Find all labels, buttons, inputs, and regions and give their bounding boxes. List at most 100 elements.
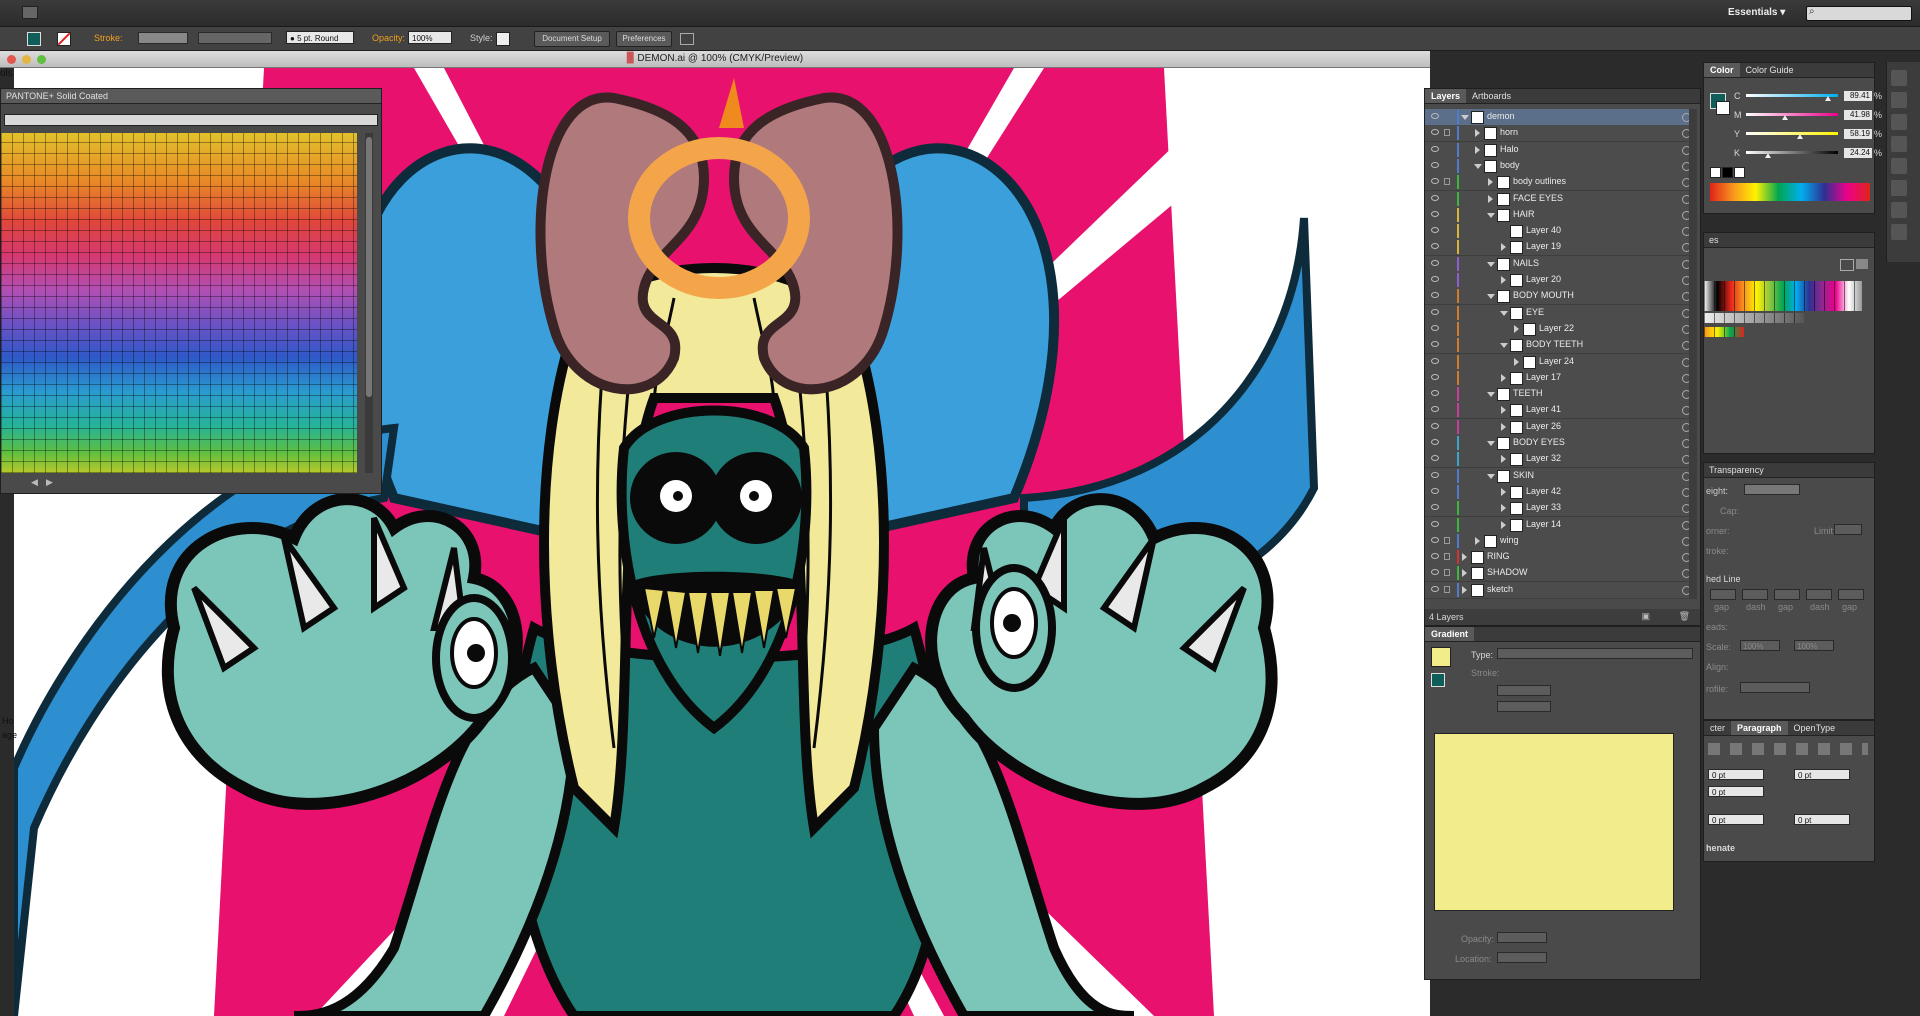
channel-slider[interactable]	[1746, 132, 1838, 135]
lock-icon[interactable]	[1444, 585, 1450, 593]
slider-handle-icon[interactable]	[1765, 153, 1772, 158]
disclosure-open-icon[interactable]	[1500, 310, 1508, 316]
layer-row[interactable]: BODY TEETH	[1425, 337, 1697, 355]
gradient-preview[interactable]	[1434, 733, 1674, 911]
visibility-eye-icon[interactable]	[1431, 341, 1439, 348]
gradient-aspect-field[interactable]	[1497, 701, 1551, 712]
layer-row[interactable]: FACE EYES	[1425, 190, 1697, 208]
layer-row[interactable]: NAILS	[1425, 255, 1697, 273]
fill-swatch[interactable]	[27, 32, 41, 46]
layer-row[interactable]: Layer 22	[1425, 320, 1697, 338]
lock-icon[interactable]	[1444, 569, 1450, 577]
disclosure-closed-icon[interactable]	[1501, 422, 1506, 431]
visibility-eye-icon[interactable]	[1431, 113, 1439, 119]
visibility-eye-icon[interactable]	[1431, 471, 1439, 478]
disclosure-closed-icon[interactable]	[1475, 536, 1480, 545]
disclosure-open-icon[interactable]	[1474, 163, 1482, 169]
disclosure-closed-icon[interactable]	[1462, 553, 1467, 562]
visibility-eye-icon[interactable]	[1431, 373, 1439, 380]
disclosure-open-icon[interactable]	[1487, 473, 1495, 479]
layer-row[interactable]: wing	[1425, 532, 1697, 550]
visibility-eye-icon[interactable]	[1431, 520, 1439, 527]
brushes-icon[interactable]	[1891, 70, 1907, 86]
layer-row[interactable]: Layer 14	[1425, 516, 1697, 534]
disclosure-closed-icon[interactable]	[1475, 129, 1480, 138]
tab-layers[interactable]: Layers	[1425, 89, 1467, 103]
search-input[interactable]: ⌕	[1806, 6, 1912, 21]
visibility-eye-icon[interactable]	[1431, 227, 1439, 234]
layer-row[interactable]: Halo	[1425, 141, 1697, 159]
swatch-grid-row-3[interactable]	[1704, 327, 1744, 337]
dash-gap-field[interactable]	[1710, 589, 1736, 600]
graphic-style-swatch[interactable]	[496, 32, 510, 46]
swatch-scrollbar[interactable]	[365, 133, 373, 473]
space-before-field[interactable]: 0 pt	[1708, 814, 1764, 825]
black-swatch[interactable]	[1722, 167, 1733, 178]
tab-character[interactable]: cter	[1704, 721, 1731, 735]
layer-row[interactable]: Layer 42	[1425, 483, 1697, 501]
visibility-eye-icon[interactable]	[1431, 406, 1439, 413]
visibility-eye-icon[interactable]	[1431, 145, 1439, 152]
layer-scrollbar[interactable]	[1689, 109, 1697, 599]
visibility-eye-icon[interactable]	[1431, 259, 1439, 266]
profile-select[interactable]	[1740, 682, 1810, 693]
slider-handle-icon[interactable]	[1781, 115, 1788, 120]
slider-handle-icon[interactable]	[1796, 134, 1803, 139]
layer-row[interactable]: Layer 26	[1425, 418, 1697, 436]
channel-value[interactable]: 89.41	[1844, 91, 1872, 101]
visibility-eye-icon[interactable]	[1431, 504, 1439, 511]
layer-row[interactable]: body outlines	[1425, 174, 1697, 192]
layer-row[interactable]: Layer 20	[1425, 272, 1697, 289]
channel-slider[interactable]	[1746, 94, 1838, 97]
new-layer-icon[interactable]: ▣	[1641, 611, 1650, 622]
channel-slider[interactable]	[1746, 151, 1838, 154]
layer-row[interactable]: Layer 40	[1425, 223, 1697, 241]
channel-value[interactable]: 41.98	[1844, 110, 1872, 120]
disclosure-open-icon[interactable]	[1487, 212, 1495, 218]
appearance-icon[interactable]	[1891, 136, 1907, 152]
stroke-weight-field[interactable]	[138, 32, 188, 44]
visibility-eye-icon[interactable]	[1431, 194, 1439, 201]
arrange-documents-icon[interactable]	[680, 33, 694, 45]
visibility-eye-icon[interactable]	[1431, 308, 1439, 315]
swatch-grid[interactable]	[1704, 281, 1862, 311]
layer-row[interactable]: Layer 24	[1425, 353, 1697, 371]
none-swatch[interactable]	[1710, 167, 1721, 178]
gradient-thumbnail[interactable]	[1431, 647, 1451, 667]
disclosure-closed-icon[interactable]	[1501, 520, 1506, 529]
layer-row[interactable]: Layer 19	[1425, 239, 1697, 257]
visibility-eye-icon[interactable]	[1431, 487, 1439, 494]
lock-icon[interactable]	[1444, 129, 1450, 137]
channel-slider[interactable]	[1746, 113, 1838, 116]
workspace-switcher[interactable]: Essentials ▾	[1728, 7, 1785, 18]
layer-row[interactable]: RING	[1425, 549, 1697, 567]
disclosure-closed-icon[interactable]	[1501, 373, 1506, 382]
disclosure-open-icon[interactable]	[1500, 343, 1508, 349]
disclosure-closed-icon[interactable]	[1501, 487, 1506, 496]
layer-row[interactable]: Layer 32	[1425, 451, 1697, 469]
align-icon[interactable]	[1891, 158, 1907, 174]
layer-row[interactable]: EYE	[1425, 304, 1697, 322]
channel-value[interactable]: 58.19	[1844, 129, 1872, 139]
dash-gap-field[interactable]	[1742, 589, 1768, 600]
gradient-angle-field[interactable]	[1497, 685, 1551, 696]
stroke-weight-input[interactable]	[1744, 484, 1800, 495]
visibility-eye-icon[interactable]	[1431, 422, 1439, 429]
visibility-eye-icon[interactable]	[1431, 276, 1439, 282]
layer-row[interactable]: HAIR	[1425, 206, 1697, 224]
zoom-window-button[interactable]	[37, 55, 46, 64]
links-icon[interactable]	[1891, 224, 1907, 240]
close-window-button[interactable]	[7, 55, 16, 64]
dash-gap-field[interactable]	[1806, 589, 1832, 600]
disclosure-closed-icon[interactable]	[1501, 455, 1506, 464]
stop-location-field[interactable]	[1497, 952, 1547, 963]
visibility-eye-icon[interactable]	[1431, 178, 1439, 185]
graphic-styles-icon[interactable]	[1891, 114, 1907, 130]
disclosure-closed-icon[interactable]	[1462, 569, 1467, 578]
visibility-eye-icon[interactable]	[1431, 357, 1439, 364]
lock-icon[interactable]	[1444, 553, 1450, 561]
limit-field[interactable]	[1834, 524, 1862, 535]
scale-field-end[interactable]: 100%	[1794, 640, 1834, 651]
layer-row[interactable]: Layer 33	[1425, 500, 1697, 518]
delete-layer-icon[interactable]: 🗑	[1679, 611, 1690, 622]
